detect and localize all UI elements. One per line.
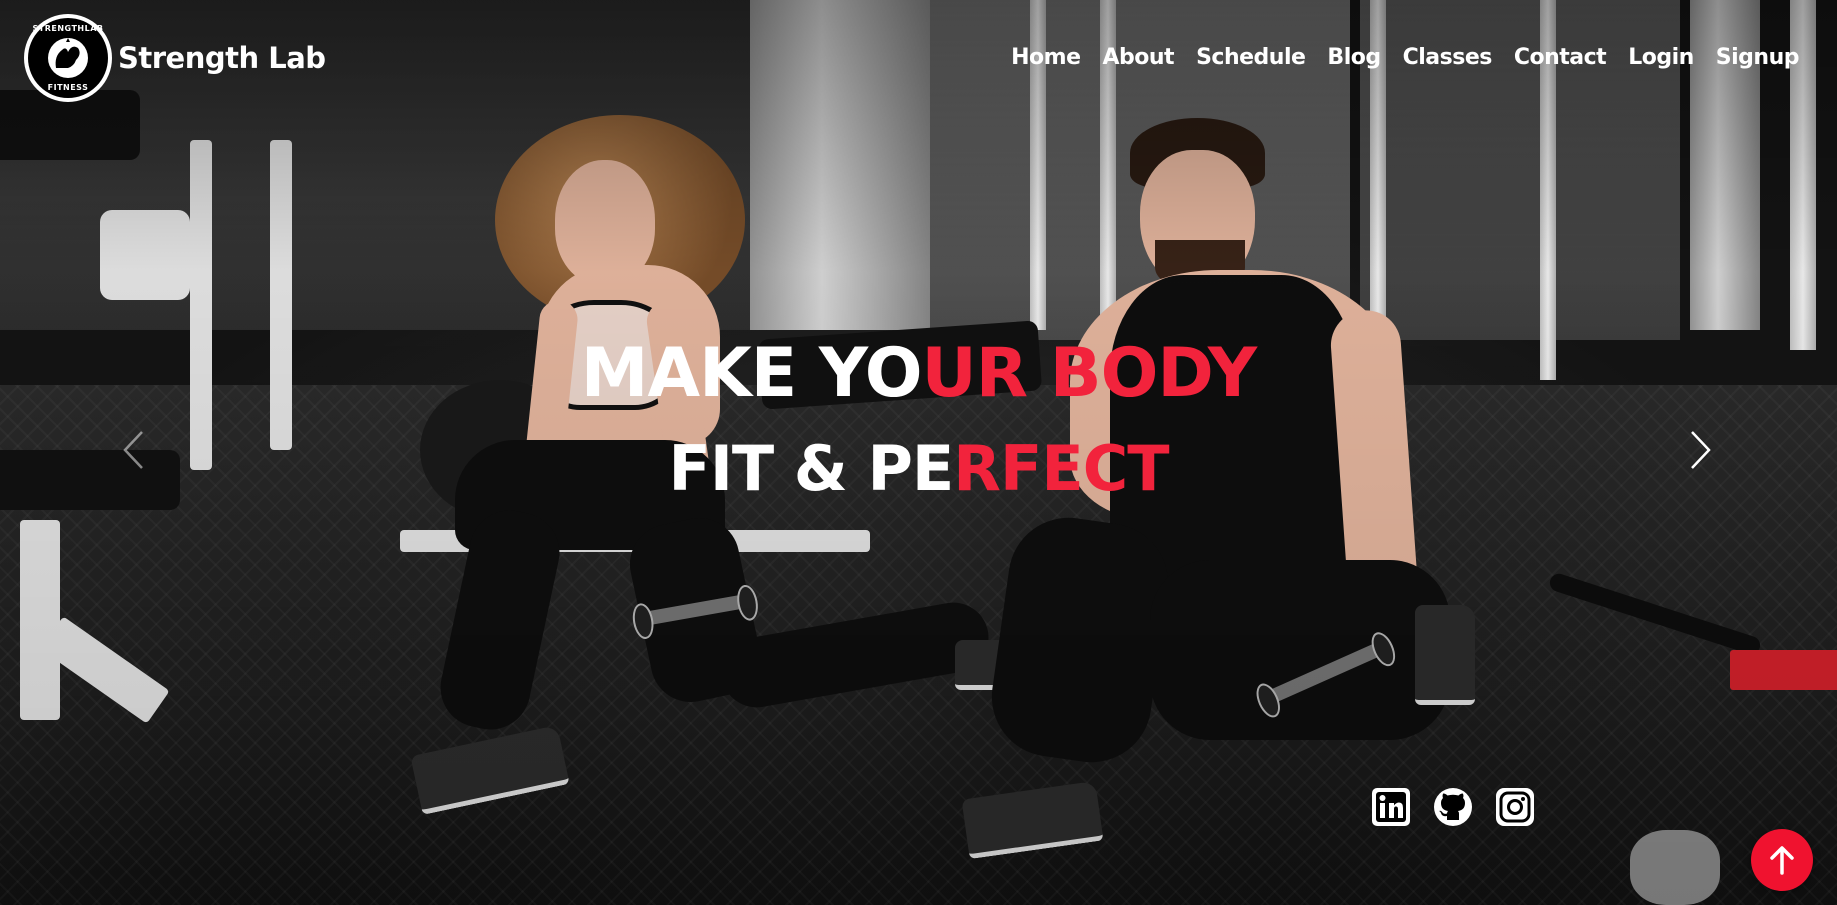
back-to-top-button[interactable] xyxy=(1751,829,1813,891)
nav-about[interactable]: About xyxy=(1103,45,1175,70)
chevron-right-icon xyxy=(1691,431,1711,469)
brand-name[interactable]: Strength Lab xyxy=(118,41,326,75)
social-links xyxy=(1370,786,1536,828)
hero-headline: MAKE YOUR BODY FIT & PERFECT xyxy=(0,340,1837,500)
nav-schedule[interactable]: Schedule xyxy=(1196,45,1306,70)
headline-line-1: MAKE YOUR BODY xyxy=(0,340,1837,408)
flexing-arm-icon xyxy=(48,37,88,78)
linkedin-link[interactable] xyxy=(1370,786,1412,828)
chevron-left-icon xyxy=(123,431,143,469)
headline-line-2-accent: RFECT xyxy=(953,432,1169,505)
logo-top-text: STRENGTHLAB xyxy=(32,23,104,33)
nav-contact[interactable]: Contact xyxy=(1514,45,1607,70)
carousel-next-button[interactable] xyxy=(1690,430,1712,470)
nav-home[interactable]: Home xyxy=(1011,45,1081,70)
nav-blog[interactable]: Blog xyxy=(1327,45,1381,70)
github-link[interactable] xyxy=(1432,786,1474,828)
top-navbar: STRENGTHLAB FITNESS Strength Lab Home Ab… xyxy=(0,0,1837,115)
headline-line-2-white: FIT & PE xyxy=(668,432,955,505)
main-menu: Home About Schedule Blog Classes Contact… xyxy=(1011,45,1799,70)
headline-line-2: FIT & PERFECT xyxy=(0,438,1837,500)
headline-line-1-white: MAKE YO xyxy=(580,334,923,413)
nav-classes[interactable]: Classes xyxy=(1403,45,1493,70)
arrow-up-icon xyxy=(1770,846,1794,875)
logo-bottom-text: FITNESS xyxy=(47,82,89,92)
carousel-prev-button[interactable] xyxy=(122,430,144,470)
nav-login[interactable]: Login xyxy=(1628,45,1694,70)
github-icon xyxy=(1434,788,1472,826)
brand[interactable]: STRENGTHLAB FITNESS Strength Lab xyxy=(24,13,326,102)
linkedin-icon xyxy=(1372,788,1410,826)
logo-emblem: STRENGTHLAB FITNESS xyxy=(28,17,108,98)
brand-logo[interactable]: STRENGTHLAB FITNESS xyxy=(24,13,112,102)
nav-signup[interactable]: Signup xyxy=(1716,45,1800,70)
instagram-icon xyxy=(1496,788,1534,826)
headline-line-1-accent: UR BODY xyxy=(921,334,1258,413)
instagram-link[interactable] xyxy=(1494,786,1536,828)
